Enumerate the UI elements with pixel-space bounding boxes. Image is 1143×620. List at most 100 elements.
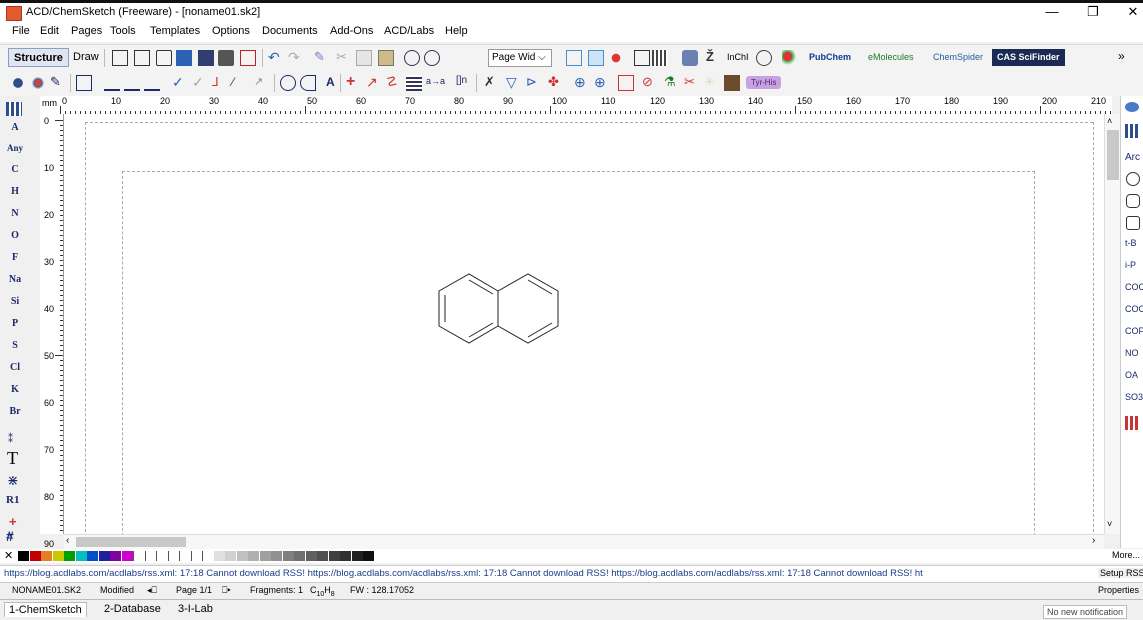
table-icon[interactable] [652, 50, 668, 66]
periodic-table-icon[interactable] [6, 102, 22, 116]
chain-icon[interactable] [144, 75, 160, 91]
group-icon[interactable] [618, 75, 634, 91]
search-icon[interactable] [782, 50, 798, 66]
color-swatch[interactable] [363, 551, 374, 561]
save-icon[interactable] [198, 50, 214, 66]
template-no[interactable]: NO [1125, 348, 1139, 358]
menu-options[interactable]: Options [212, 25, 250, 37]
mirror-icon[interactable]: ⊳ [526, 75, 542, 91]
atom-button-s[interactable]: S [0, 336, 30, 356]
color-swatch[interactable] [64, 551, 75, 561]
template-coc[interactable]: COC [1125, 282, 1143, 292]
more-colors-button[interactable]: More... [1112, 550, 1140, 560]
template-icon[interactable] [1125, 102, 1139, 112]
atom-button-cl[interactable]: Cl [0, 358, 30, 378]
flip-v-icon[interactable]: ⊕ [594, 75, 610, 91]
color-swatch[interactable] [225, 551, 236, 561]
menu-acdlabs[interactable]: ACD/Labs [384, 25, 434, 37]
arrow-icon[interactable]: ↗ [366, 75, 382, 91]
color-swatch[interactable] [282, 551, 294, 561]
color-swatch[interactable] [202, 551, 214, 561]
chart-icon[interactable] [634, 50, 650, 66]
minimize-button[interactable]: — [1037, 3, 1067, 22]
color-swatch[interactable] [121, 551, 133, 561]
flip-icon[interactable]: ✗ [484, 75, 500, 91]
new-page-icon[interactable] [112, 50, 128, 66]
paste-icon[interactable] [378, 50, 394, 66]
tab-chemsketch[interactable]: 1-ChemSketch [4, 602, 87, 617]
text-tool-button[interactable]: T [7, 448, 18, 469]
color-swatch[interactable] [156, 551, 168, 561]
structure-tab[interactable]: Structure [8, 48, 69, 67]
color-swatch[interactable] [87, 551, 98, 561]
rotate-down-icon[interactable]: ▽ [506, 75, 522, 91]
sequence-button[interactable]: Tyr-His [746, 76, 782, 89]
color-swatch[interactable] [41, 551, 52, 561]
cyclohexane-template-icon[interactable] [1126, 194, 1140, 208]
color-swatch[interactable] [18, 551, 29, 561]
atom-button-na[interactable]: Na [0, 270, 30, 290]
color-swatch[interactable] [29, 551, 41, 561]
color-swatch[interactable] [248, 551, 259, 561]
scroll-right-arrow[interactable]: › [1092, 535, 1095, 546]
select-icon[interactable] [76, 75, 92, 91]
r-group-button[interactable]: R1 [6, 494, 19, 506]
menu-file[interactable]: File [12, 25, 30, 37]
atom-button-c[interactable]: C [0, 160, 30, 180]
menu-pages[interactable]: Pages [71, 25, 102, 37]
sugar-icon[interactable]: ✳ [704, 75, 720, 91]
atom-button-a[interactable]: A [0, 118, 30, 138]
page-next-icon[interactable]: ⎕▸ [222, 585, 231, 596]
vertical-scrollbar[interactable]: ˄ ˅ [1104, 114, 1121, 534]
chemspider-button[interactable]: ChemSpider [928, 49, 988, 66]
charge-button[interactable]: + [9, 514, 17, 529]
print-icon[interactable] [218, 50, 234, 66]
atom-icon[interactable] [10, 75, 26, 91]
ring-icon[interactable] [280, 75, 296, 91]
eraser-icon[interactable]: ✎ [50, 75, 66, 91]
hash-wedge-icon[interactable]: ✓ [192, 75, 208, 91]
close-button[interactable]: ✕ [1118, 3, 1143, 22]
emolecules-button[interactable]: eMolecules [863, 49, 919, 66]
inchi-button[interactable]: InChI [722, 49, 754, 66]
atom-button-any[interactable]: Any [0, 138, 30, 158]
bond-length-icon[interactable]: ⁄ [232, 75, 248, 91]
notification-box[interactable]: No new notification [1043, 605, 1128, 619]
copy-icon[interactable] [356, 50, 372, 66]
cyclopentane-template-icon[interactable] [1126, 216, 1140, 230]
properties-button[interactable]: Properties [1098, 585, 1139, 595]
3d-viewer-icon[interactable] [608, 50, 624, 66]
color-swatch[interactable] [351, 551, 363, 561]
color-swatch[interactable] [167, 551, 180, 561]
redo-icon[interactable]: ↷ [288, 50, 304, 66]
drawing-canvas[interactable] [64, 114, 1104, 534]
template-arc[interactable]: Arc [1125, 152, 1140, 163]
atom-button-f[interactable]: F [0, 248, 30, 268]
wedge-icon[interactable]: ✓ [172, 75, 188, 91]
restore-button[interactable]: ❐ [1078, 3, 1108, 22]
query-atom-icon[interactable]: ⋇ [7, 472, 19, 489]
color-swatch[interactable] [294, 551, 305, 561]
template-icon[interactable] [724, 75, 740, 91]
ring-chain-icon[interactable] [300, 75, 316, 91]
text-tool-a[interactable]: A [326, 75, 335, 89]
stereo-icon[interactable]: ⚗ [664, 75, 680, 91]
template-so3[interactable]: SO3 [1125, 392, 1143, 402]
template-oa[interactable]: OA [1125, 370, 1138, 380]
copy-page-icon[interactable] [134, 50, 150, 66]
reaction-arrow-button[interactable]: a→a [426, 76, 445, 86]
cut-icon[interactable]: ✂ [336, 50, 352, 66]
color-swatch[interactable] [259, 551, 271, 561]
color-swatch[interactable] [328, 551, 340, 561]
page-prev-icon[interactable]: ◂⎕ [147, 585, 157, 596]
angle-icon[interactable]: ↗ [254, 75, 270, 91]
draw-tab[interactable]: Draw [68, 48, 104, 67]
menu-templates[interactable]: Templates [150, 25, 200, 37]
color-swatch[interactable] [98, 551, 110, 561]
menu-documents[interactable]: Documents [262, 25, 318, 37]
template-tbu[interactable]: t-B [1125, 238, 1137, 248]
template-window-icon[interactable] [566, 50, 582, 66]
color-swatch[interactable] [52, 551, 64, 561]
color-swatch[interactable] [190, 551, 203, 561]
menu-addons[interactable]: Add-Ons [330, 25, 373, 37]
